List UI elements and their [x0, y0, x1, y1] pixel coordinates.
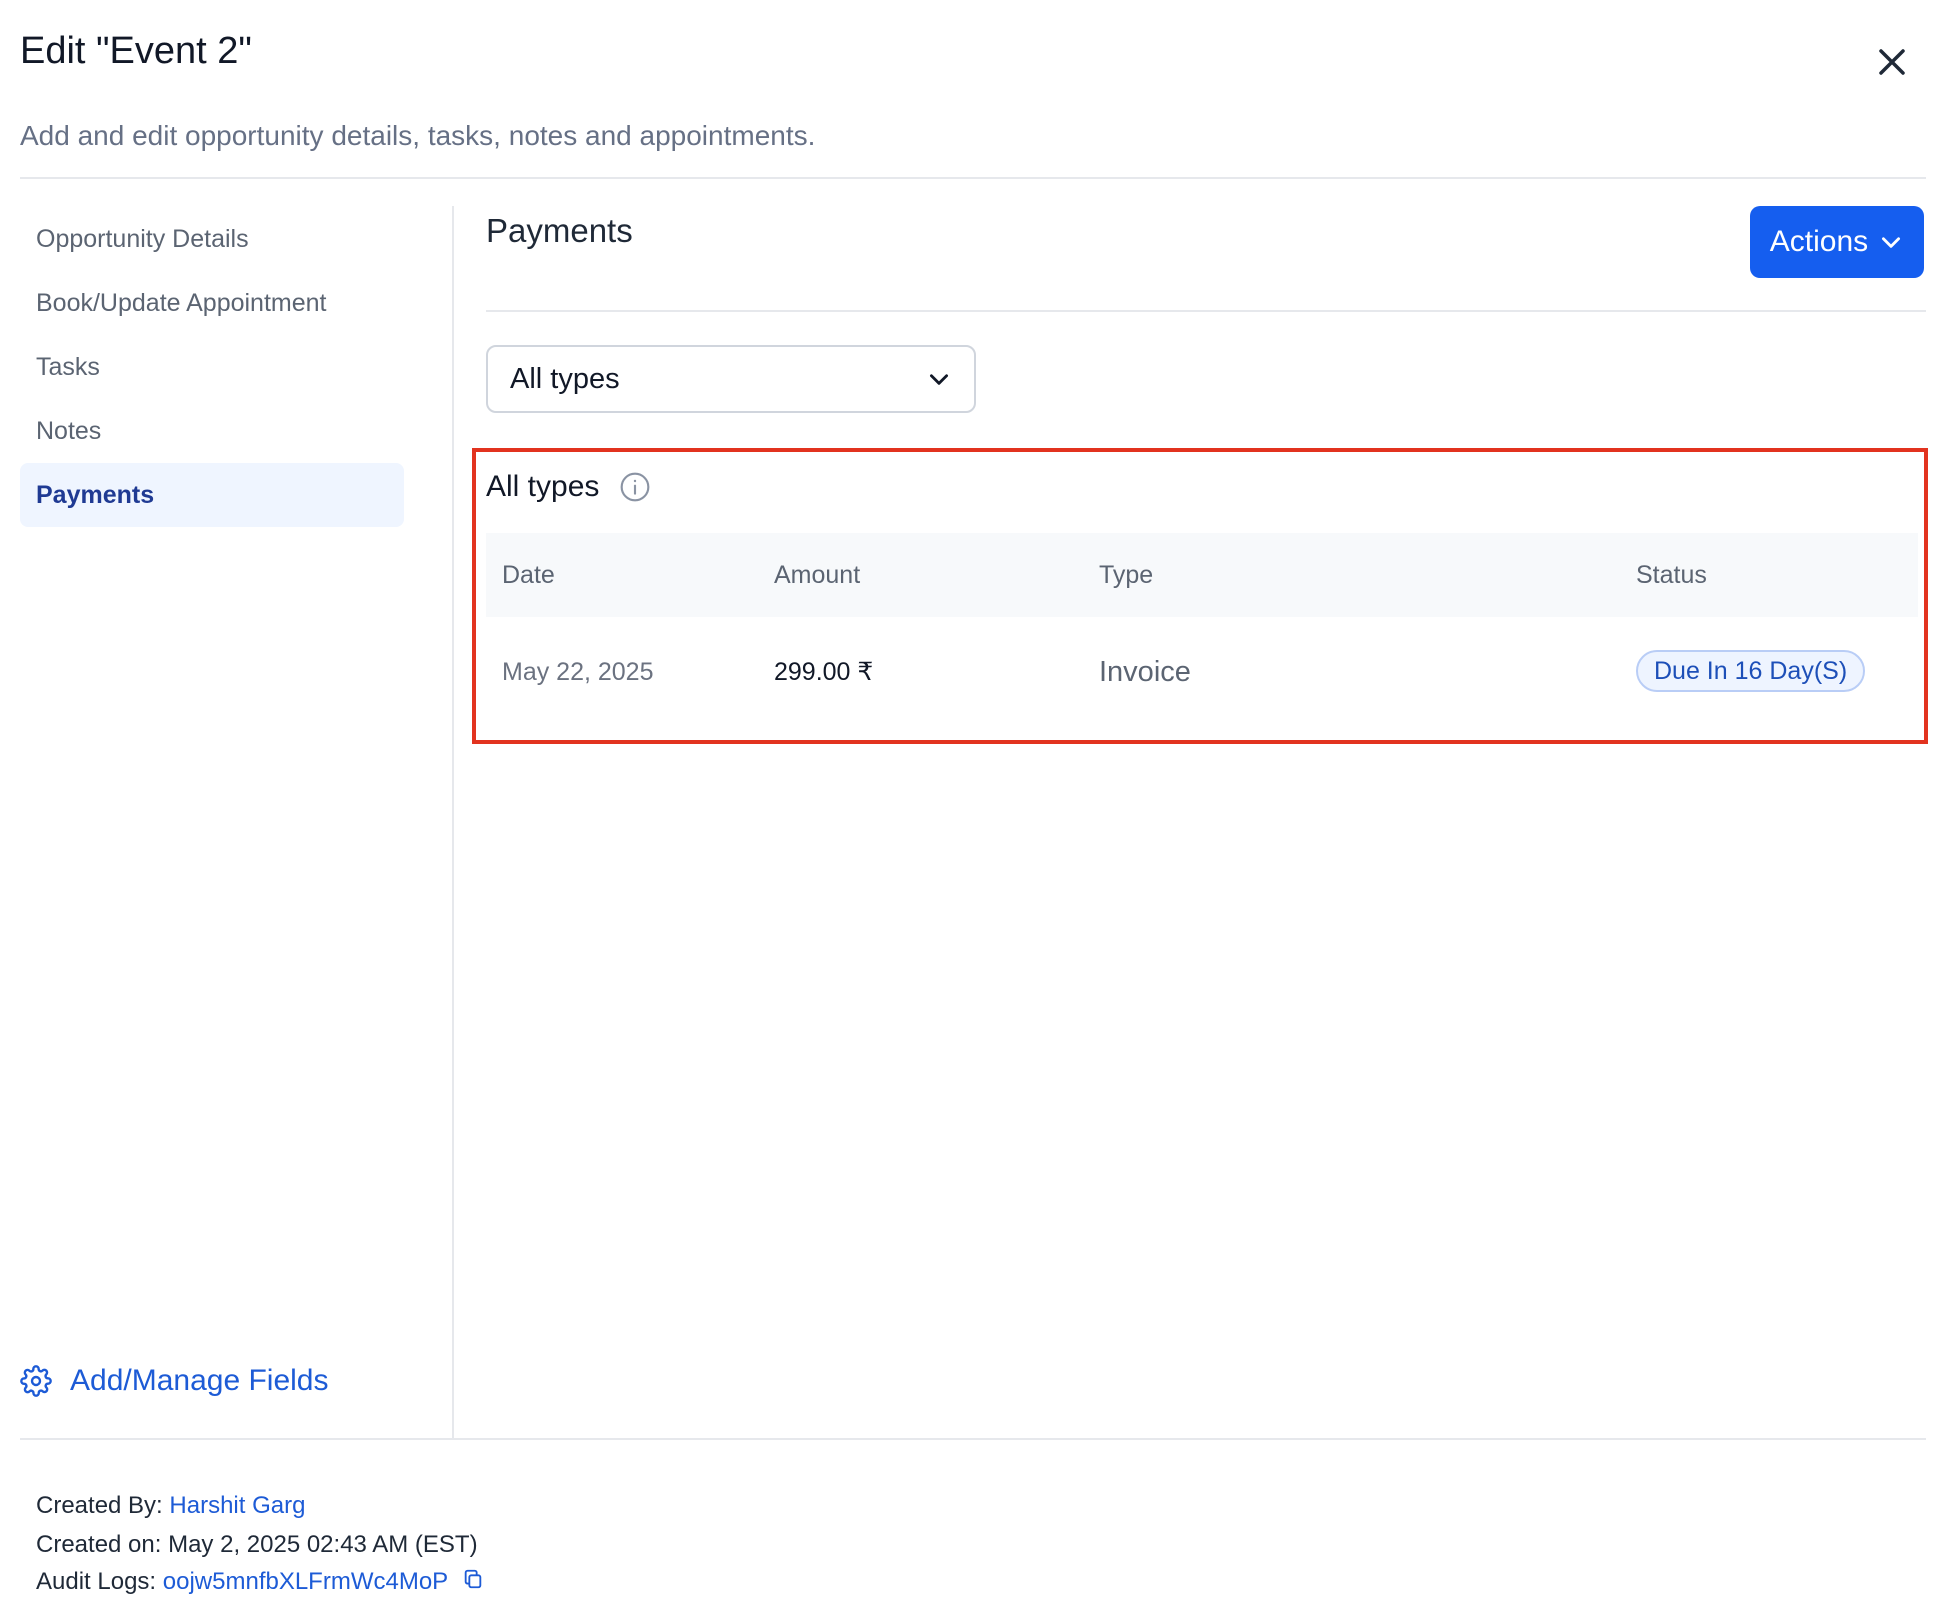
audit-logs-label: Audit Logs:	[36, 1568, 157, 1595]
copy-icon[interactable]	[462, 1568, 484, 1597]
info-icon[interactable]	[619, 471, 651, 503]
section-divider	[486, 310, 1926, 312]
column-header-amount: Amount	[774, 560, 861, 589]
audit-logs: Audit Logs: oojw5mnfbXLFrmWc4MoP	[36, 1568, 484, 1597]
page-title: Payments	[486, 212, 633, 249]
sidebar-item-label: Payments	[36, 480, 155, 509]
payment-type-select-value: All types	[510, 362, 620, 395]
column-header-type: Type	[1099, 560, 1154, 589]
sidebar-item-notes[interactable]: Notes	[20, 399, 404, 463]
sidebar-item-label: Tasks	[36, 352, 100, 381]
header-divider	[20, 177, 1926, 179]
sidebar-item-label: Notes	[36, 416, 102, 445]
payment-type-select[interactable]: All types	[486, 345, 976, 413]
sidebar-item-tasks[interactable]: Tasks	[20, 335, 404, 399]
table-row[interactable]: May 22, 2025 299.00 ₹ Invoice Due In 16 …	[486, 617, 1918, 727]
add-manage-fields-button[interactable]: Add/Manage Fields	[20, 1364, 329, 1398]
payment-amount: 299.00 ₹	[774, 658, 874, 686]
dialog-subtitle: Add and edit opportunity details, tasks,…	[20, 120, 816, 151]
payment-type: Invoice	[1099, 655, 1191, 688]
close-icon[interactable]	[1874, 44, 1910, 80]
table-header: Date Amount Type Status	[486, 533, 1918, 617]
sidebar-item-payments[interactable]: Payments	[20, 463, 404, 527]
gear-icon	[20, 1365, 52, 1397]
created-on: Created on: May 2, 2025 02:43 AM (EST)	[36, 1531, 478, 1558]
chevron-down-icon	[930, 374, 948, 385]
created-by-label: Created By:	[36, 1492, 163, 1519]
add-manage-fields-label: Add/Manage Fields	[70, 1364, 329, 1397]
payment-date: May 22, 2025	[502, 657, 654, 686]
sidebar-item-label: Book/Update Appointment	[36, 288, 327, 317]
sidebar-divider	[452, 206, 454, 1438]
sidebar-item-book-appointment[interactable]: Book/Update Appointment	[20, 271, 404, 335]
audit-log-id-link[interactable]: oojw5mnfbXLFrmWc4MoP	[163, 1568, 448, 1595]
payments-card-title: All types	[486, 470, 600, 503]
created-by-user-link[interactable]: Harshit Garg	[169, 1492, 305, 1519]
column-header-status: Status	[1636, 560, 1707, 589]
sidebar-item-opportunity-details[interactable]: Opportunity Details	[20, 207, 404, 271]
actions-button-label: Actions	[1769, 225, 1869, 258]
footer-divider	[20, 1438, 1926, 1440]
payments-card-header: All types	[486, 470, 651, 504]
status-badge: Due In 16 Day(S)	[1636, 650, 1866, 692]
dialog-title: Edit "Event 2"	[20, 30, 252, 72]
sidebar-item-label: Opportunity Details	[36, 224, 249, 253]
actions-button[interactable]: Actions	[1750, 206, 1924, 278]
chevron-down-icon	[1882, 237, 1901, 248]
created-by: Created By: Harshit Garg	[36, 1492, 305, 1520]
column-header-date: Date	[502, 560, 555, 589]
